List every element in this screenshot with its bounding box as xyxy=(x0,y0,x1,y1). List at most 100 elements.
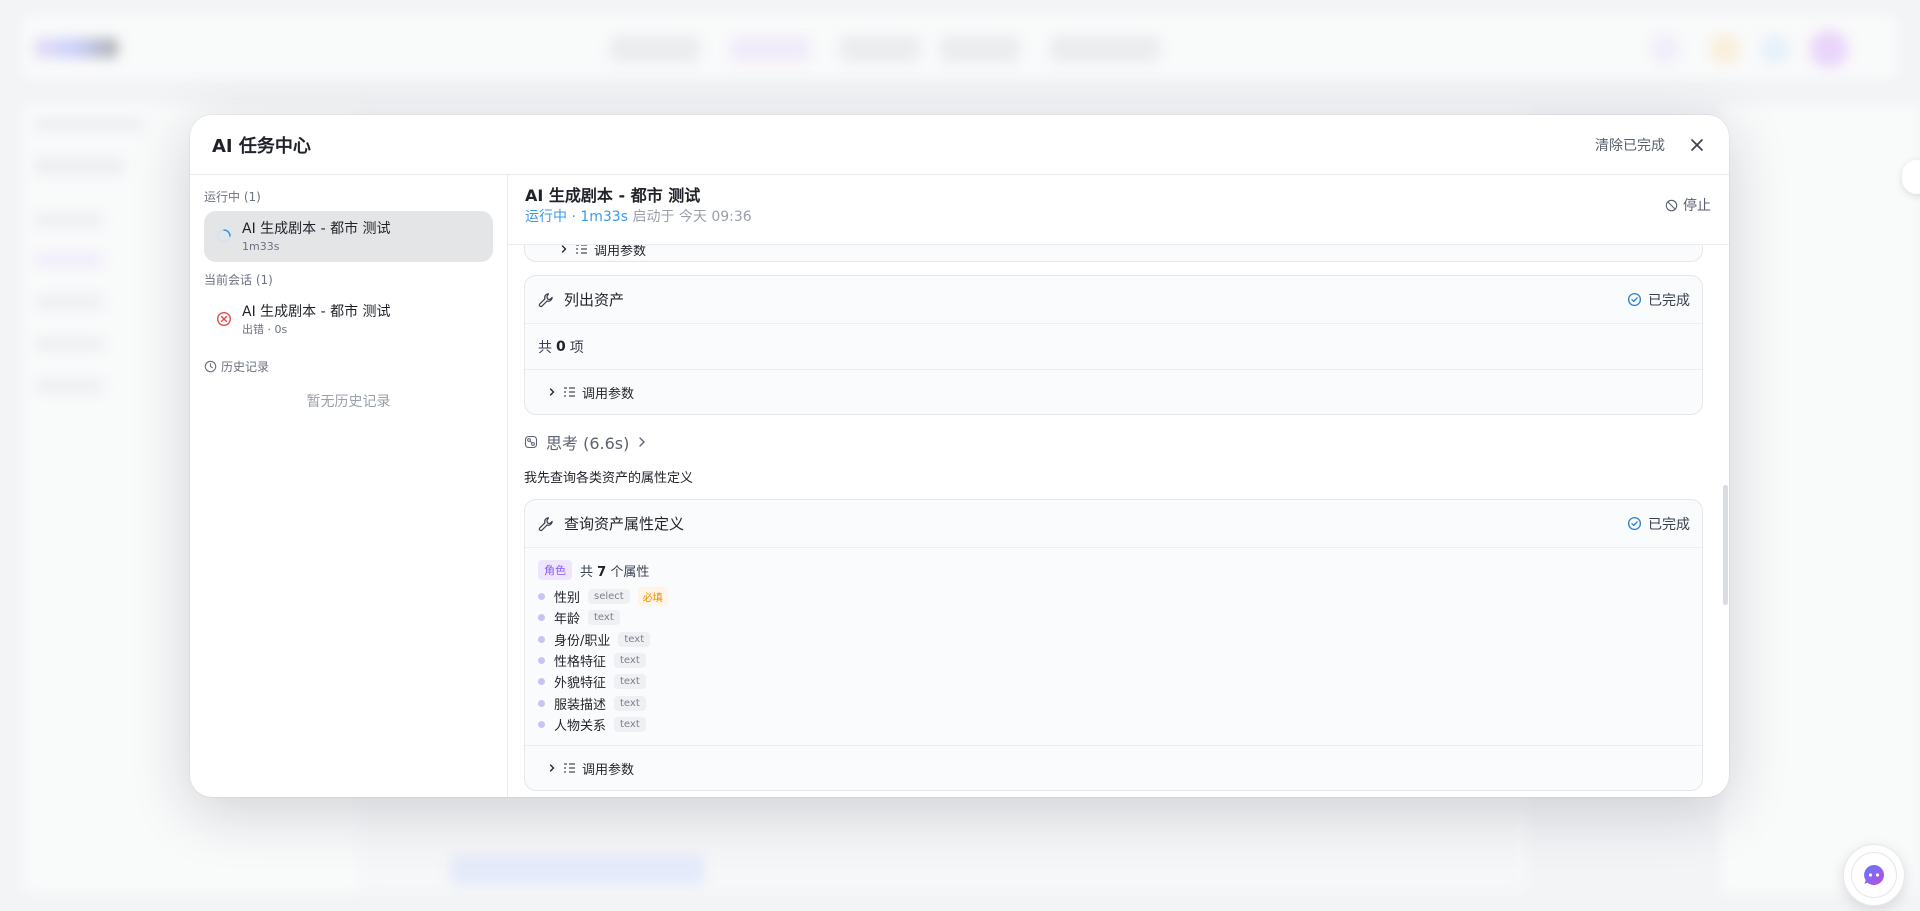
summary-suffix: 项 xyxy=(569,339,584,356)
modal-body: 运行中 (1) AI 生成剧本 - 都市 测试 1m33s 当前会话 (1) A… xyxy=(190,175,1729,797)
attribute-count: 共 7 个属性 xyxy=(580,561,649,580)
error-icon xyxy=(216,311,232,327)
bullet-dot xyxy=(538,699,545,707)
attribute-type-tag: text xyxy=(614,695,646,711)
bullet-dot xyxy=(538,635,545,643)
previous-tool-card: 调用参数 xyxy=(524,245,1703,262)
attribute-item: 性格特征 text xyxy=(538,650,1689,671)
completed-status: 已完成 xyxy=(1627,514,1690,534)
running-task-item[interactable]: AI 生成剧本 - 都市 测试 1m33s xyxy=(204,211,493,262)
count-suffix: 个属性 xyxy=(610,564,650,580)
running-section-label: 运行中 (1) xyxy=(204,189,261,204)
chevron-right-icon xyxy=(549,764,555,772)
task-duration: 1m33s xyxy=(242,240,280,253)
ai-task-center-modal: AI 任务中心 清除已完成 运行中 (1) AI 生成剧本 - 都市 测试 1m… xyxy=(190,115,1729,797)
attribute-item: 性别 select 必填 xyxy=(538,586,1689,607)
clear-completed-button[interactable]: 清除已完成 xyxy=(1595,135,1665,155)
history-section-label: 历史记录 xyxy=(204,355,493,377)
assistant-message: 我先查询各类资产的属性定义 xyxy=(524,471,694,486)
check-circle-icon xyxy=(1627,292,1642,307)
count-value: 7 xyxy=(597,564,607,580)
attribute-type-tag: text xyxy=(588,610,620,626)
session-section-label: 当前会话 (1) xyxy=(204,272,273,287)
attribute-type-tag: text xyxy=(614,674,646,690)
task-detail-panel: AI 生成剧本 - 都市 测试 运行中 · 1m33s 启动于 今天 09:36… xyxy=(508,175,1729,797)
attribute-name: 人物关系 xyxy=(554,718,607,734)
thinking-label: 思考 (6.6s) xyxy=(546,434,630,453)
close-icon xyxy=(1691,138,1703,151)
params-label: 调用参数 xyxy=(582,762,635,778)
attribute-name: 身份/职业 xyxy=(554,633,611,649)
wrench-icon xyxy=(538,516,553,531)
stop-label: 停止 xyxy=(1683,198,1711,214)
task-list-panel: 运行中 (1) AI 生成剧本 - 都市 测试 1m33s 当前会话 (1) A… xyxy=(190,175,508,797)
attributes-summary: 角色 共 7 个属性 xyxy=(538,560,1689,580)
card-title: 查询资产属性定义 xyxy=(538,513,684,534)
history-label: 历史记录 xyxy=(221,359,270,374)
attribute-name: 服装描述 xyxy=(554,697,607,713)
scrollbar-thumb[interactable] xyxy=(1723,485,1728,605)
attribute-name: 外貌特征 xyxy=(554,676,607,692)
bullet-dot xyxy=(538,720,545,728)
stop-button[interactable]: 停止 xyxy=(1665,195,1711,215)
params-icon xyxy=(564,387,575,397)
task-text: AI 生成剧本 - 都市 测试 出错 · 0s xyxy=(242,302,391,337)
attribute-item: 人物关系 text xyxy=(538,714,1689,735)
task-detail-header: AI 生成剧本 - 都市 测试 运行中 · 1m33s 启动于 今天 09:36… xyxy=(508,175,1729,245)
history-empty-text: 暂无历史记录 xyxy=(306,394,391,410)
completed-label: 已完成 xyxy=(1648,292,1690,309)
card-title-text: 列出资产 xyxy=(564,291,625,309)
session-task-item[interactable]: AI 生成剧本 - 都市 测试 出错 · 0s xyxy=(204,294,493,345)
task-start-time: 启动于 今天 09:36 xyxy=(632,209,752,225)
query-attributes-card: 查询资产属性定义 已完成 角色 共 7 个属性 性别 select 必填年龄 text… xyxy=(524,499,1703,792)
count-prefix: 共 xyxy=(580,564,594,580)
role-tag: 角色 xyxy=(538,560,572,580)
params-toggle[interactable]: 调用参数 xyxy=(525,370,1702,414)
bullet-dot xyxy=(538,614,545,622)
header-actions: 清除已完成 xyxy=(1595,133,1709,157)
attribute-type-tag: text xyxy=(618,631,651,647)
chat-bot-icon xyxy=(1864,865,1884,885)
task-detail-meta: 运行中 · 1m33s 启动于 今天 09:36 xyxy=(525,207,1711,227)
attribute-item: 年龄 text xyxy=(538,607,1689,628)
attribute-type-tag: select xyxy=(588,589,630,605)
assistant-fab-button[interactable] xyxy=(1843,844,1905,906)
attribute-name: 年龄 xyxy=(554,612,581,628)
card-title: 列出资产 xyxy=(538,289,624,310)
task-text: AI 生成剧本 - 都市 测试 1m33s xyxy=(242,219,391,254)
clock-icon xyxy=(204,360,217,372)
task-log-scroll[interactable]: 调用参数 列出资产 已完成 共 0 项 调用参数 思考 (6.6s) 我先查询各… xyxy=(508,245,1729,797)
thinking-toggle[interactable]: 思考 (6.6s) xyxy=(524,431,1703,453)
thinking-icon xyxy=(524,435,538,449)
attribute-name: 性别 xyxy=(554,591,581,607)
params-label: 调用参数 xyxy=(594,245,647,259)
check-circle-icon xyxy=(1627,516,1642,531)
attribute-type-tag: text xyxy=(614,653,646,669)
params-toggle[interactable]: 调用参数 xyxy=(525,746,1702,790)
close-button[interactable] xyxy=(1685,133,1709,157)
summary-prefix: 共 xyxy=(538,339,552,356)
task-name: AI 生成剧本 - 都市 测试 xyxy=(242,304,391,320)
attribute-name: 性格特征 xyxy=(554,655,607,671)
bullet-dot xyxy=(538,678,545,686)
summary-count: 0 xyxy=(556,338,566,355)
completed-label: 已完成 xyxy=(1648,516,1690,533)
params-icon xyxy=(576,245,587,254)
attribute-item: 服装描述 text xyxy=(538,692,1689,713)
task-status: 出错 · 0s xyxy=(242,323,288,336)
attribute-item: 身份/职业 text xyxy=(538,629,1689,650)
chevron-right-icon xyxy=(549,388,555,396)
bullet-dot xyxy=(538,657,545,665)
attribute-item: 外貌特征 text xyxy=(538,671,1689,692)
attribute-type-tag: text xyxy=(614,716,646,732)
fab-inner xyxy=(1851,852,1897,898)
params-label: 调用参数 xyxy=(582,386,635,402)
params-toggle[interactable]: 调用参数 xyxy=(537,245,647,261)
params-icon xyxy=(564,763,575,773)
chevron-right-icon xyxy=(639,437,646,447)
stop-icon xyxy=(1665,199,1678,211)
completed-status: 已完成 xyxy=(1627,290,1690,310)
required-tag: 必填 xyxy=(637,587,668,607)
task-detail-title: AI 生成剧本 - 都市 测试 xyxy=(525,186,701,205)
bullet-dot xyxy=(538,593,545,601)
